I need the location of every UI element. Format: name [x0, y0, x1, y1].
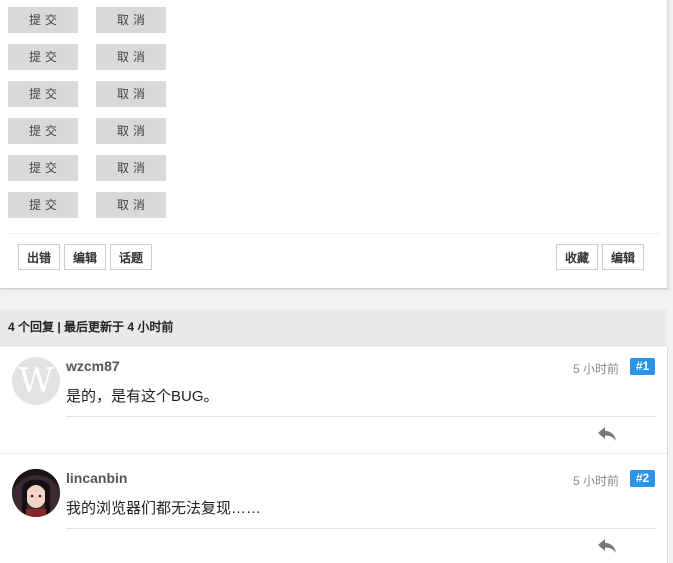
replies-header: 4 个回复 | 最后更新于 4 小时前 [0, 309, 667, 346]
edit-button-right[interactable]: 编辑 [602, 244, 645, 270]
submit-button[interactable]: 提交 [8, 155, 78, 181]
reply-item: W wzcm87 5 小时前 #1 是的，是有这个BUG。 [0, 347, 667, 453]
submit-button[interactable]: 提交 [8, 7, 78, 33]
reply-author[interactable]: wzcm87 [66, 358, 120, 374]
reply-content: 我的浏览器们都无法复现…… [66, 500, 262, 517]
form-button-row: 提交 取消 [8, 44, 166, 70]
submit-button[interactable]: 提交 [8, 81, 78, 107]
reply-divider [66, 416, 655, 417]
cancel-button[interactable]: 取消 [96, 192, 166, 218]
reply-divider [66, 528, 655, 529]
form-button-grid: 提交 取消 提交 取消 提交 取消 提交 取消 提交 取消 提交 取消 [8, 7, 166, 229]
floor-badge[interactable]: #1 [630, 358, 655, 375]
reply-arrow-icon[interactable] [597, 426, 617, 442]
avatar-image [12, 469, 60, 517]
submit-button[interactable]: 提交 [8, 118, 78, 144]
submit-button[interactable]: 提交 [8, 192, 78, 218]
cancel-button[interactable]: 取消 [96, 155, 166, 181]
submit-button[interactable]: 提交 [8, 44, 78, 70]
avatar[interactable]: W [12, 357, 60, 405]
post-card: 提交 取消 提交 取消 提交 取消 提交 取消 提交 取消 提交 取消 出错 编… [0, 0, 668, 289]
reply-time: 5 小时前 [572, 362, 619, 376]
reply-item: lincanbin 5 小时前 #2 我的浏览器们都无法复现…… [0, 454, 667, 563]
favorite-button[interactable]: 收藏 [556, 244, 599, 270]
reply-content: 是的，是有这个BUG。 [66, 388, 219, 405]
reply-time: 5 小时前 [572, 474, 619, 488]
reply-arrow-icon[interactable] [597, 538, 617, 554]
cancel-button[interactable]: 取消 [96, 81, 166, 107]
form-button-row: 提交 取消 [8, 155, 166, 181]
report-error-button[interactable]: 出错 [18, 244, 61, 270]
post-actions-divider [8, 233, 659, 234]
floor-badge[interactable]: #2 [630, 470, 655, 487]
form-button-row: 提交 取消 [8, 118, 166, 144]
form-button-row: 提交 取消 [8, 192, 166, 218]
reply-author[interactable]: lincanbin [66, 470, 127, 486]
avatar[interactable] [12, 469, 60, 517]
cancel-button[interactable]: 取消 [96, 44, 166, 70]
form-button-row: 提交 取消 [8, 7, 166, 33]
cancel-button[interactable]: 取消 [96, 118, 166, 144]
edit-button[interactable]: 编辑 [64, 244, 107, 270]
topic-button[interactable]: 话题 [110, 244, 153, 270]
form-button-row: 提交 取消 [8, 81, 166, 107]
cancel-button[interactable]: 取消 [96, 7, 166, 33]
reply-list: W wzcm87 5 小时前 #1 是的，是有这个BUG。 lincanbin … [0, 347, 668, 563]
